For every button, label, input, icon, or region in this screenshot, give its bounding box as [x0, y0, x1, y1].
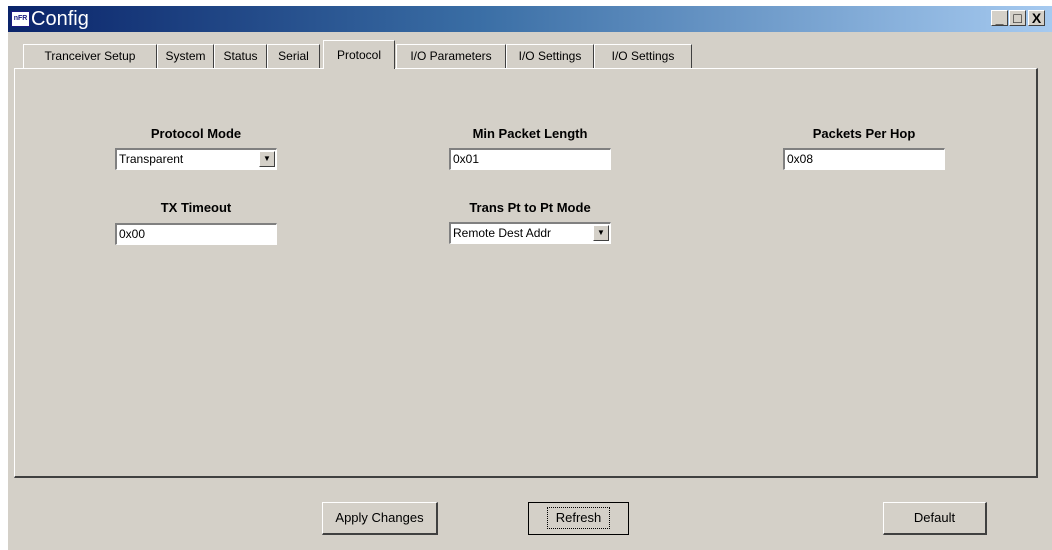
tab-io-parameters[interactable]: I/O Parameters: [396, 44, 506, 68]
minimize-button[interactable]: _: [991, 10, 1008, 26]
refresh-button[interactable]: Refresh: [528, 502, 629, 535]
packets-per-hop-input[interactable]: 0x08: [783, 148, 945, 170]
tab-tranceiver-setup[interactable]: Tranceiver Setup: [23, 44, 157, 68]
window-title: Config: [31, 8, 89, 30]
protocol-mode-select[interactable]: Transparent ▼: [115, 148, 277, 170]
packets-per-hop-label: Packets Per Hop: [812, 126, 916, 141]
title-bar[interactable]: nFR Config _ □ X: [8, 6, 1052, 32]
protocol-mode-value: Transparent: [119, 152, 184, 166]
tab-status[interactable]: Status: [214, 44, 267, 68]
tab-io-settings-2[interactable]: I/O Settings: [594, 44, 692, 68]
apply-changes-button[interactable]: Apply Changes: [322, 502, 438, 535]
default-button[interactable]: Default: [883, 502, 987, 535]
tx-timeout-input[interactable]: 0x00: [115, 223, 277, 245]
tab-serial[interactable]: Serial: [267, 44, 320, 68]
close-button[interactable]: X: [1028, 10, 1045, 26]
min-packet-length-label: Min Packet Length: [472, 126, 588, 141]
min-packet-length-input[interactable]: 0x01: [449, 148, 611, 170]
refresh-button-label: Refresh: [546, 507, 611, 529]
tx-timeout-label: TX Timeout: [160, 200, 232, 215]
protocol-mode-label: Protocol Mode: [150, 126, 242, 141]
maximize-button[interactable]: □: [1009, 10, 1026, 26]
chevron-down-icon[interactable]: ▼: [593, 225, 609, 241]
trans-pt-to-pt-mode-select[interactable]: Remote Dest Addr ▼: [449, 222, 611, 244]
tab-io-settings-1[interactable]: I/O Settings: [506, 44, 594, 68]
tab-protocol[interactable]: Protocol: [323, 40, 395, 69]
trans-pt-to-pt-mode-label: Trans Pt to Pt Mode: [469, 200, 591, 215]
app-icon: nFR: [11, 11, 30, 27]
chevron-down-icon[interactable]: ▼: [259, 151, 275, 167]
trans-pt-to-pt-mode-value: Remote Dest Addr: [453, 226, 552, 240]
tab-system[interactable]: System: [157, 44, 214, 68]
